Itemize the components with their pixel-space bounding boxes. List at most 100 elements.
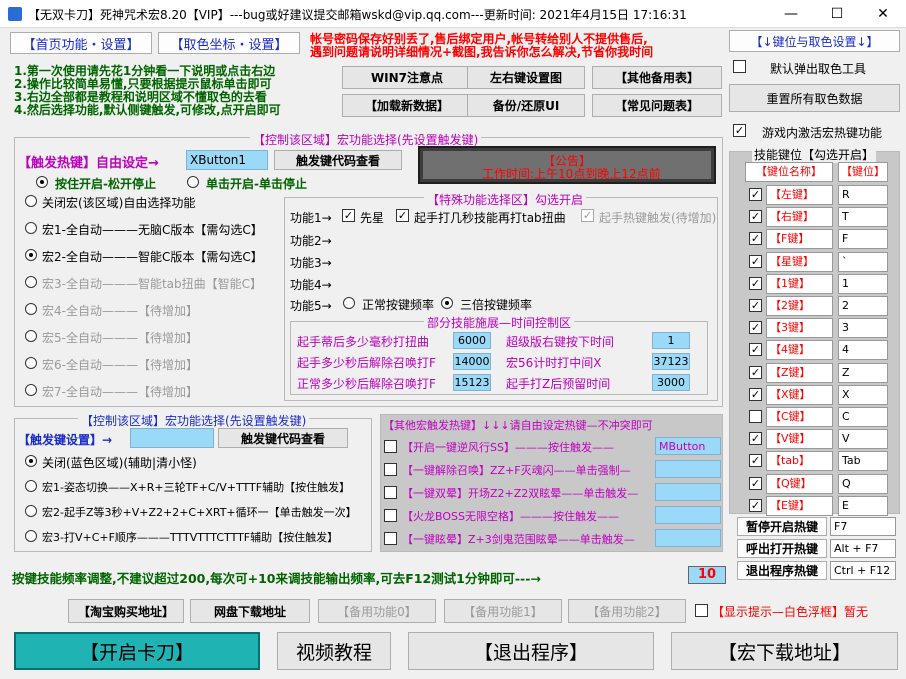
key-value[interactable]: ` [838, 251, 888, 272]
key-checkbox[interactable]: ✓ [749, 454, 762, 468]
macro-radio-2[interactable] [25, 249, 37, 261]
key-value[interactable]: 3 [838, 318, 888, 339]
other-checkbox-2[interactable] [384, 486, 397, 499]
macro-radio-5[interactable] [25, 330, 37, 342]
key-checkbox[interactable]: ✓ [749, 432, 762, 446]
timing-row3-label: 正常多少秒后解除召唤打F [297, 377, 436, 391]
spare2-button: 【备用功能2】 [568, 599, 686, 623]
close-button[interactable]: ✕ [860, 0, 906, 28]
other-checkbox-1[interactable] [384, 463, 397, 476]
key-checkbox[interactable]: ✓ [749, 276, 762, 290]
start-button[interactable]: 【开启卡刀】 [14, 632, 260, 670]
exit-hotkey-field[interactable]: Ctrl + F12 [830, 561, 896, 580]
key-checkbox[interactable]: ✓ [749, 476, 762, 490]
key-value[interactable]: T [838, 207, 888, 228]
exit-button[interactable]: 【退出程序】 [408, 632, 654, 670]
taobao-button[interactable]: 【淘宝购买地址】 [68, 599, 184, 623]
key-checkbox[interactable]: ✓ [749, 365, 762, 379]
timing-row1b-value[interactable]: 1 [652, 332, 690, 349]
key-value[interactable]: 2 [838, 296, 888, 316]
hotkey-code-button[interactable]: 触发键代码查看 [274, 150, 402, 170]
auto-pop-label: 默认弹出取色工具 [770, 62, 867, 76]
lr-keys-button[interactable]: 左右键设置图 [467, 66, 585, 89]
sub-radio-0[interactable] [25, 455, 37, 467]
key-value[interactable]: V [838, 429, 888, 450]
sub-hotkey-field[interactable] [130, 428, 214, 448]
backup-restore-button[interactable]: 备份/还原UI [467, 94, 585, 117]
key-checkbox[interactable]: ✓ [749, 498, 762, 512]
sub-radio-2[interactable] [25, 505, 37, 517]
other-checkbox-0[interactable] [384, 440, 397, 453]
normal-freq-radio[interactable] [343, 297, 355, 309]
other-checkbox-3[interactable] [384, 509, 397, 522]
other-table-button[interactable]: 【其他备用表】 [592, 66, 722, 89]
key-checkbox[interactable]: ✓ [749, 254, 762, 268]
macro-radio-0[interactable] [25, 195, 37, 207]
video-tutorial-button[interactable]: 视频教程 [277, 632, 391, 670]
key-value[interactable]: 1 [838, 273, 888, 294]
click-mode-radio[interactable] [187, 176, 199, 188]
sub-label-0: 关闭(蓝色区域)(辅助|清小怪) [42, 456, 197, 470]
reset-color-button[interactable]: 重置所有取色数据 [729, 84, 900, 112]
other-value-1[interactable] [655, 460, 721, 478]
func1-tab-checkbox[interactable]: ✓ [396, 209, 409, 222]
key-checkbox[interactable]: ✓ [749, 387, 762, 401]
sub-hotkey-code-button[interactable]: 触发键代码查看 [218, 428, 348, 448]
win7-note-button[interactable]: WIN7注意点 [342, 66, 472, 89]
freq-text: 按键技能频率调整,不建议超过200,每次可+10来调技能输出频率,可去F12测试… [12, 571, 541, 586]
timing-row1-value[interactable]: 6000 [453, 332, 491, 349]
macro-radio-4[interactable] [25, 303, 37, 315]
macro-radio-6[interactable] [25, 357, 37, 369]
maximize-button[interactable]: ☐ [814, 0, 860, 28]
show-hotkey-field[interactable]: Alt + F7 [830, 539, 896, 558]
key-checkbox[interactable] [749, 410, 762, 423]
macro-radio-7[interactable] [25, 384, 37, 396]
pause-hotkey-field[interactable]: F7 [830, 517, 896, 536]
timing-row2b-value[interactable]: 37123 [652, 353, 690, 370]
macro-radio-3[interactable] [25, 276, 37, 288]
other-value-0[interactable]: MButton [655, 437, 721, 455]
key-checkbox[interactable]: ✓ [749, 321, 762, 335]
key-value[interactable]: Q [838, 473, 888, 494]
minimize-button[interactable]: — [768, 0, 814, 28]
auto-pop-checkbox[interactable] [733, 60, 746, 73]
sub-radio-3[interactable] [25, 530, 37, 542]
key-value[interactable]: C [838, 407, 888, 427]
other-value-3[interactable] [655, 506, 721, 524]
other-checkbox-4[interactable] [384, 532, 397, 545]
other-value-2[interactable] [655, 483, 721, 501]
key-checkbox[interactable]: ✓ [749, 232, 762, 246]
key-value[interactable]: F [838, 229, 888, 250]
tip-checkbox[interactable] [695, 604, 708, 617]
key-color-settings-button[interactable]: 【↓键位与取色设置↓】 [729, 30, 900, 52]
app-icon [8, 7, 22, 21]
key-value[interactable]: Z [838, 362, 888, 383]
press-mode-radio[interactable] [36, 176, 48, 188]
game-activate-checkbox[interactable]: ✓ [733, 124, 746, 137]
func1-star-checkbox[interactable]: ✓ [342, 209, 355, 222]
key-checkbox[interactable]: ✓ [749, 188, 762, 201]
key-value[interactable]: 4 [838, 340, 888, 361]
macro-radio-1[interactable] [25, 222, 37, 234]
tab-home[interactable]: 【首页功能・设置】 [10, 32, 152, 54]
freq-value[interactable]: 10 [688, 566, 726, 584]
key-checkbox[interactable]: ✓ [749, 299, 762, 312]
key-value[interactable]: R [838, 185, 888, 205]
hotkey-field[interactable]: XButton1 [186, 150, 268, 170]
timing-row3-value[interactable]: 15123 [453, 374, 491, 391]
faq-button[interactable]: 【常见问题表】 [592, 94, 722, 117]
other-value-4[interactable] [655, 529, 721, 547]
macro-download-button[interactable]: 【宏下载地址】 [671, 632, 898, 670]
key-value[interactable]: E [838, 495, 888, 516]
key-checkbox[interactable]: ✓ [749, 343, 762, 357]
key-value[interactable]: X [838, 384, 888, 405]
netdisk-button[interactable]: 网盘下载地址 [190, 599, 310, 623]
triple-freq-radio[interactable] [441, 297, 453, 309]
tab-color[interactable]: 【取色坐标・设置】 [158, 32, 300, 54]
timing-row3b-value[interactable]: 3000 [652, 374, 690, 391]
key-checkbox[interactable]: ✓ [749, 210, 762, 224]
sub-radio-1[interactable] [25, 480, 37, 492]
load-data-button[interactable]: 【加载新数据】 [342, 94, 472, 117]
timing-row2-value[interactable]: 14000 [453, 353, 491, 370]
key-value[interactable]: Tab [838, 451, 888, 472]
